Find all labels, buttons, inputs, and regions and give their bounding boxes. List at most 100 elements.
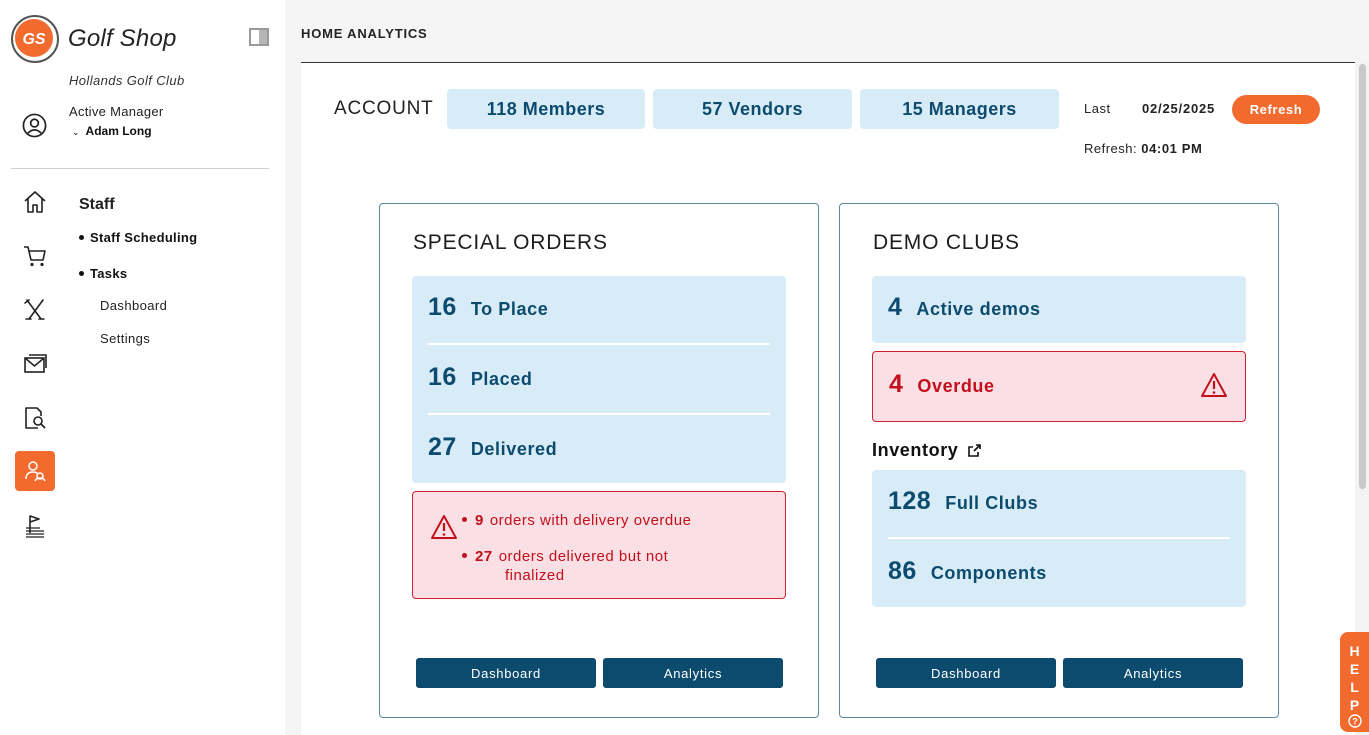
overdue-demos-block[interactable]: 4 Overdue	[872, 351, 1246, 422]
external-link-icon	[968, 444, 982, 457]
demo-clubs-analytics-button[interactable]: Analytics	[1063, 658, 1243, 688]
club-name: Hollands Golf Club	[69, 73, 185, 88]
refresh-time: 04:01 PM	[1141, 141, 1203, 156]
help-letter: P	[1349, 697, 1360, 713]
scroll-thumb[interactable]	[1359, 64, 1366, 489]
alert-overdue-delivery[interactable]: 9 orders with delivery overdue	[462, 512, 691, 529]
help-tab[interactable]: H E L P ?	[1340, 632, 1369, 732]
user-icon	[22, 113, 47, 138]
managers-count[interactable]: 15 Managers	[860, 89, 1059, 129]
inventory-stats: 128 Full Clubs 86 Components	[872, 470, 1246, 607]
refresh-time-label: Refresh:	[1084, 141, 1138, 156]
sidebar: GS Golf Shop Hollands Golf Club Active M…	[0, 0, 285, 735]
last-refresh-label: Last	[1084, 101, 1111, 116]
stat-placed[interactable]: 16 Placed	[428, 363, 532, 392]
stat-label: Placed	[470, 369, 533, 389]
demo-clubs-dashboard-button[interactable]: Dashboard	[876, 658, 1056, 688]
stat-delivered[interactable]: 27 Delivered	[428, 433, 557, 462]
manager-name: Adam Long	[85, 124, 152, 138]
flag-icon	[26, 515, 44, 538]
special-orders-dashboard-button[interactable]: Dashboard	[416, 658, 596, 688]
row-divider	[888, 537, 1230, 539]
refresh-button[interactable]: Refresh	[1232, 95, 1320, 124]
special-orders-analytics-button[interactable]: Analytics	[603, 658, 783, 688]
sidebar-collapse-icon[interactable]	[249, 28, 269, 46]
warning-icon	[1201, 373, 1227, 397]
demo-clubs-title: DEMO CLUBS	[873, 231, 1020, 254]
active-demos-block[interactable]: 4 Active demos	[872, 276, 1246, 343]
stat-label: Active demos	[916, 299, 1041, 319]
stat-label: To Place	[470, 299, 549, 319]
section-title-staff: Staff	[79, 196, 115, 213]
members-count[interactable]: 118 Members	[447, 89, 645, 129]
help-letter: L	[1350, 679, 1359, 695]
manager-selector[interactable]: ⌄ Adam Long	[72, 124, 152, 138]
stat-full-clubs[interactable]: 128 Full Clubs	[888, 487, 1038, 516]
stat-components[interactable]: 86 Components	[888, 557, 1047, 586]
demo-clubs-card: DEMO CLUBS 4 Active demos 4 Overdue Invent…	[839, 203, 1279, 718]
stat-number: 128	[888, 487, 932, 515]
sidebar-item-label: Tasks	[90, 266, 128, 281]
nav-home[interactable]	[15, 182, 55, 222]
help-question-icon: ?	[1347, 714, 1362, 728]
vendors-count[interactable]: 57 Vendors	[653, 89, 852, 129]
alert-count: 9	[475, 512, 484, 529]
stat-overdue: 4 Overdue	[889, 370, 995, 399]
special-orders-stats: 16 To Place 16 Placed 27 Delivered	[412, 276, 786, 483]
golf-shop-logo[interactable]: GS	[10, 14, 60, 64]
warning-icon	[431, 515, 457, 539]
stat-number: 4	[889, 370, 904, 398]
nav-mail[interactable]	[15, 344, 55, 384]
stat-label: Full Clubs	[945, 493, 1039, 513]
help-letter: E	[1349, 661, 1360, 677]
sidebar-item-label: Staff Scheduling	[90, 230, 198, 245]
stat-number: 16	[428, 363, 457, 391]
nav-course[interactable]	[15, 506, 55, 546]
nav-shop[interactable]	[15, 236, 55, 276]
stat-label: Delivered	[470, 439, 558, 459]
row-divider	[428, 343, 770, 345]
nav-clubs[interactable]	[15, 290, 55, 330]
special-orders-alert: 9 orders with delivery overdue 27 orders d…	[412, 491, 786, 599]
bullet	[79, 271, 84, 277]
nav-reports[interactable]	[15, 398, 55, 438]
logo-text: GS	[22, 31, 45, 48]
bullet	[462, 516, 467, 522]
alert-text-continued: finalized	[505, 567, 565, 584]
sidebar-divider	[11, 168, 269, 169]
stat-active-demos: 4 Active demos	[888, 293, 1041, 322]
sidebar-item-staff-scheduling[interactable]: Staff Scheduling	[79, 230, 197, 245]
refresh-time-line: Refresh: 04:01 PM	[1084, 141, 1202, 156]
stat-number: 27	[428, 433, 457, 461]
sidebar-subitem-dashboard[interactable]: Dashboard	[100, 298, 167, 313]
sidebar-item-tasks[interactable]: Tasks	[79, 266, 127, 281]
svg-text:?: ?	[1352, 717, 1358, 727]
stat-to-place[interactable]: 16 To Place	[428, 293, 548, 322]
last-refresh-date: 02/25/2025	[1142, 101, 1216, 116]
golf-clubs-icon	[24, 299, 45, 320]
bullet	[79, 235, 84, 241]
nav-staff[interactable]	[15, 451, 55, 491]
active-manager-label: Active Manager	[69, 104, 164, 119]
alert-not-finalized[interactable]: 27 orders delivered but not	[462, 548, 668, 565]
alert-count: 27	[475, 548, 493, 565]
mail-icon	[24, 354, 47, 373]
staff-icon	[25, 461, 46, 482]
inventory-title: Inventory	[872, 440, 959, 460]
brand-name: Golf Shop	[68, 25, 177, 52]
cart-icon	[24, 246, 46, 267]
stat-number: 4	[888, 293, 903, 321]
account-label: ACCOUNT	[334, 98, 434, 119]
home-icon	[24, 191, 46, 213]
special-orders-title: SPECIAL ORDERS	[413, 231, 608, 254]
stat-number: 86	[888, 557, 917, 585]
inventory-link[interactable]: Inventory	[872, 440, 982, 461]
stat-number: 16	[428, 293, 457, 321]
special-orders-card: SPECIAL ORDERS 16 To Place 16 Placed 27 Del…	[379, 203, 819, 718]
stat-label: Components	[930, 563, 1047, 583]
stat-label: Overdue	[917, 376, 995, 396]
sidebar-subitem-settings[interactable]: Settings	[100, 331, 150, 346]
alert-text: orders delivered but not	[498, 548, 669, 565]
document-search-icon	[25, 407, 46, 429]
help-letter: H	[1349, 643, 1360, 659]
